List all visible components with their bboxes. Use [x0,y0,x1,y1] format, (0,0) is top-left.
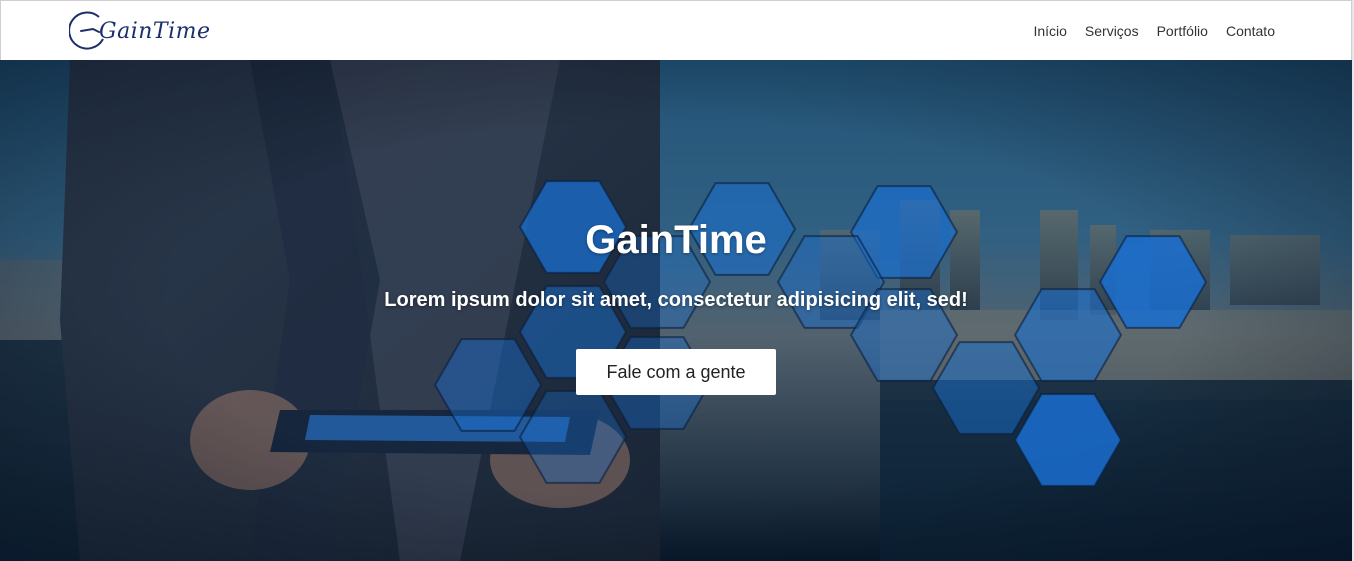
nav-contato[interactable]: Contato [1226,23,1275,39]
hero-subtitle: Lorem ipsum dolor sit amet, consectetur … [384,289,968,311]
hero-title: GainTime [585,218,767,262]
hero-content: GainTime Lorem ipsum dolor sit amet, con… [0,60,1352,561]
top-navbar: GainTime Início Serviços Portfólio Conta… [0,0,1352,60]
nav-servicos[interactable]: Serviços [1085,23,1139,39]
main-nav: Início Serviços Portfólio Contato [1015,1,1275,61]
brand-name: GainTime [99,19,211,44]
contact-cta-button[interactable]: Fale com a gente [576,349,776,395]
nav-inicio[interactable]: Início [1033,23,1066,39]
nav-portfolio[interactable]: Portfólio [1157,23,1208,39]
